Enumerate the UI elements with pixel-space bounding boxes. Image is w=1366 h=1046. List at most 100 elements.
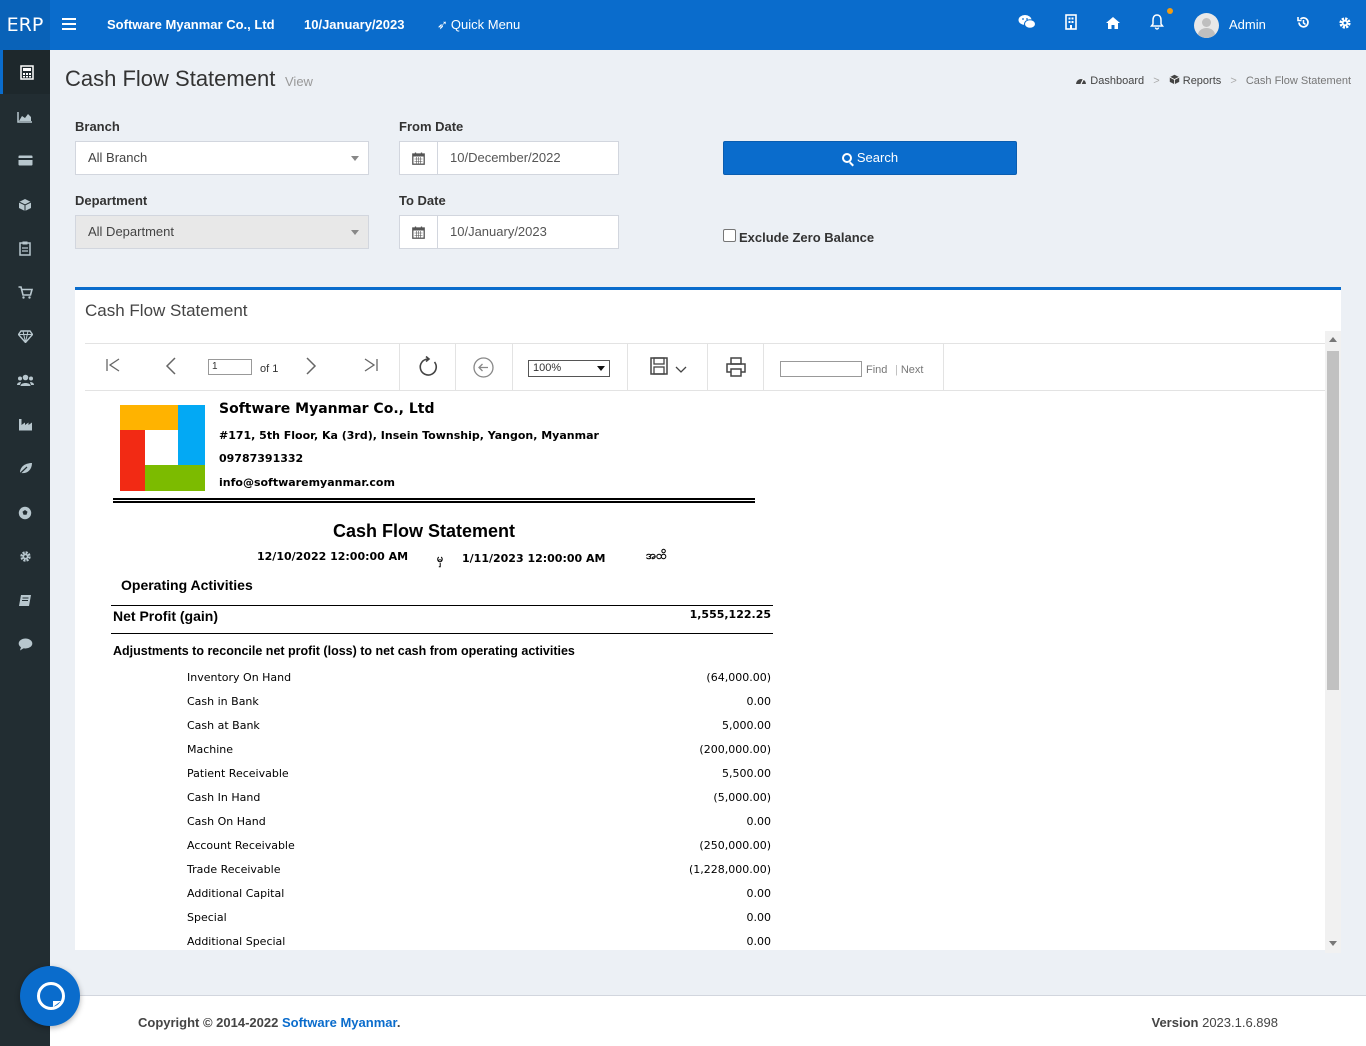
net-profit-value: 1,555,122.25 (689, 608, 771, 621)
row-amount: (200,000.00) (699, 743, 771, 756)
rocket-icon: ➶ (437, 17, 448, 32)
gear-icon[interactable] (1335, 14, 1355, 36)
dashboard-icon (1075, 75, 1090, 87)
report-to-suffix: အထိ (646, 549, 667, 562)
row-name: Machine (187, 743, 234, 756)
users-icon[interactable] (0, 358, 50, 402)
box-title: Cash Flow Statement (85, 301, 248, 320)
footer: Copyright © 2014-2022 Software Myanmar. … (50, 995, 1366, 1046)
soccer-ball-icon[interactable] (0, 490, 50, 534)
report-date-to: 1/11/2023 12:00:00 AM (462, 552, 606, 565)
report-title: Cash Flow Statement (333, 521, 516, 541)
building-icon[interactable] (1061, 14, 1081, 36)
company-name: Software Myanmar Co., Ltd (107, 17, 275, 32)
breadcrumb-dashboard[interactable]: Dashboard (1090, 75, 1144, 87)
divider (111, 633, 773, 634)
report-row: Patient Receivable 5,500.00 (187, 767, 771, 791)
exclude-zero-balance-checkbox[interactable] (723, 229, 736, 242)
divider (113, 501, 755, 503)
cube-icon (1169, 74, 1183, 87)
area-chart-icon[interactable] (0, 94, 50, 138)
report-company-name: Software Myanmar Co., Ltd (219, 401, 435, 417)
breadcrumb-current: Cash Flow Statement (1245, 75, 1351, 87)
copyright-link[interactable]: Software Myanmar (282, 1015, 397, 1030)
company-logo (120, 405, 205, 491)
history-icon[interactable] (1293, 14, 1313, 36)
branch-select[interactable]: All Branch (75, 141, 369, 175)
page-title: Cash Flow Statement (65, 66, 276, 91)
gear-icon[interactable] (0, 534, 50, 578)
top-navbar: ERP Software Myanmar Co., Ltd 10/January… (0, 0, 1366, 50)
search-button[interactable]: Search (723, 141, 1017, 175)
report-from-suffix: မှ (437, 552, 444, 565)
sidebar-toggle-button[interactable] (62, 15, 80, 35)
divider (111, 605, 773, 606)
calculator-icon[interactable] (0, 50, 50, 94)
exclude-zero-balance-label[interactable]: Exclude Zero Balance (739, 230, 874, 245)
report-date-from: 12/10/2022 12:00:00 AM (257, 550, 409, 563)
version-value: 2023.1.6.898 (1202, 1015, 1278, 1030)
calendar-icon[interactable] (400, 216, 438, 248)
sidebar (0, 50, 50, 1046)
branch-label: Branch (75, 119, 120, 134)
notification-badge (1167, 8, 1173, 14)
row-amount: (250,000.00) (699, 839, 771, 852)
home-icon[interactable] (1103, 14, 1123, 36)
report-row: Machine (200,000.00) (187, 743, 771, 767)
to-date-value: 10/January/2023 (450, 224, 547, 239)
calendar-icon[interactable] (400, 142, 438, 174)
user-name[interactable]: Admin (1229, 17, 1266, 32)
row-amount: 5,000.00 (722, 719, 771, 732)
report-address: #171, 5th Floor, Ka (3rd), Insein Townsh… (219, 429, 599, 442)
department-select[interactable]: All Department (75, 215, 369, 249)
row-amount: 0.00 (746, 935, 772, 948)
industry-icon[interactable] (0, 402, 50, 446)
report-email: info@softwaremyanmar.com (219, 476, 395, 489)
report-row: Cash in Bank 0.00 (187, 695, 771, 719)
app-logo[interactable]: ERP (0, 0, 50, 50)
report-row: Additional Special 0.00 (187, 935, 771, 953)
row-name: Additional Capital (187, 887, 285, 900)
user-avatar[interactable] (1194, 13, 1219, 38)
from-date-field[interactable]: 10/December/2022 (399, 141, 619, 175)
bell-icon[interactable] (1147, 14, 1167, 36)
copyright-text: Copyright © 2014-2022 (138, 1015, 282, 1030)
current-date: 10/January/2023 (304, 17, 405, 32)
quick-menu-link[interactable]: ➶ Quick Menu (437, 17, 520, 33)
chat-widget-button[interactable] (20, 966, 80, 1026)
to-date-field[interactable]: 10/January/2023 (399, 215, 619, 249)
breadcrumb: Dashboard > Reports > Cash Flow Statemen… (1075, 74, 1351, 87)
row-amount: 5,500.00 (722, 767, 771, 780)
scroll-down-icon[interactable] (1329, 941, 1337, 946)
comment-icon[interactable] (0, 622, 50, 666)
adjustments-heading: Adjustments to reconcile net profit (los… (113, 644, 575, 658)
cube-icon[interactable] (0, 182, 50, 226)
report-page: Software Myanmar Co., Ltd #171, 5th Floo… (85, 331, 1325, 953)
credit-card-icon[interactable] (0, 138, 50, 182)
row-name: Cash in Bank (187, 695, 259, 708)
from-date-value: 10/December/2022 (450, 150, 561, 165)
operating-activities-heading: Operating Activities (121, 577, 253, 593)
report-row: Inventory On Hand (64,000.00) (187, 671, 771, 695)
row-name: Trade Receivable (187, 863, 281, 876)
wechat-icon[interactable] (1017, 14, 1037, 36)
row-name: Account Receivable (187, 839, 295, 852)
cart-icon[interactable] (0, 270, 50, 314)
scrollbar-thumb[interactable] (1327, 351, 1339, 690)
leaf-icon[interactable] (0, 446, 50, 490)
clipboard-icon[interactable] (0, 226, 50, 270)
quick-menu-label: Quick Menu (450, 17, 521, 32)
breadcrumb-reports[interactable]: Reports (1183, 75, 1222, 87)
search-button-label: Search (856, 150, 899, 165)
divider (113, 498, 755, 500)
row-name: Cash In Hand (187, 791, 261, 804)
search-icon (841, 153, 852, 163)
report-row: Trade Receivable (1,228,000.00) (187, 863, 771, 887)
copyright-suffix: . (396, 1015, 401, 1030)
book-icon[interactable] (0, 578, 50, 622)
report-viewer: 1 of 1 100% Find | Next Software Myanmar… (85, 331, 1341, 953)
copyright: Copyright © 2014-2022 Software Myanmar. (138, 1015, 400, 1030)
scroll-up-icon[interactable] (1329, 337, 1337, 342)
diamond-icon[interactable] (0, 314, 50, 358)
version-label: Version (1151, 1015, 1199, 1030)
